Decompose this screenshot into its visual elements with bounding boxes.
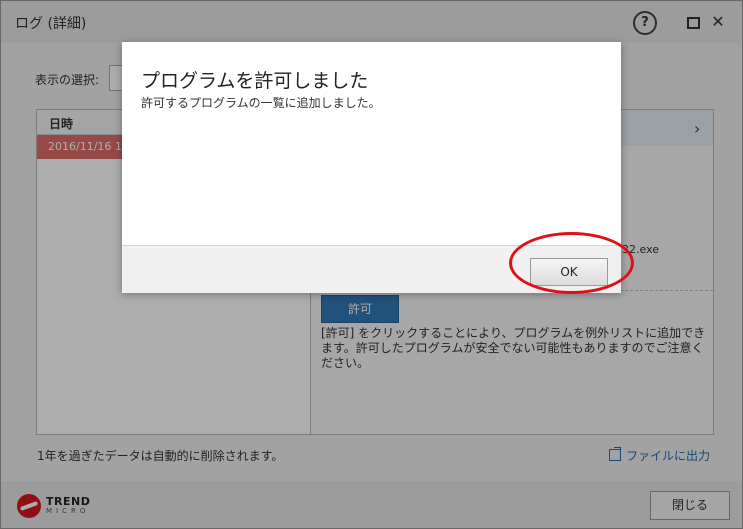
dialog-title: プログラムを許可しました bbox=[141, 70, 369, 92]
highlight-circle bbox=[509, 232, 634, 294]
dialog-message: 許可するプログラムの一覧に追加しました。 bbox=[141, 96, 381, 110]
